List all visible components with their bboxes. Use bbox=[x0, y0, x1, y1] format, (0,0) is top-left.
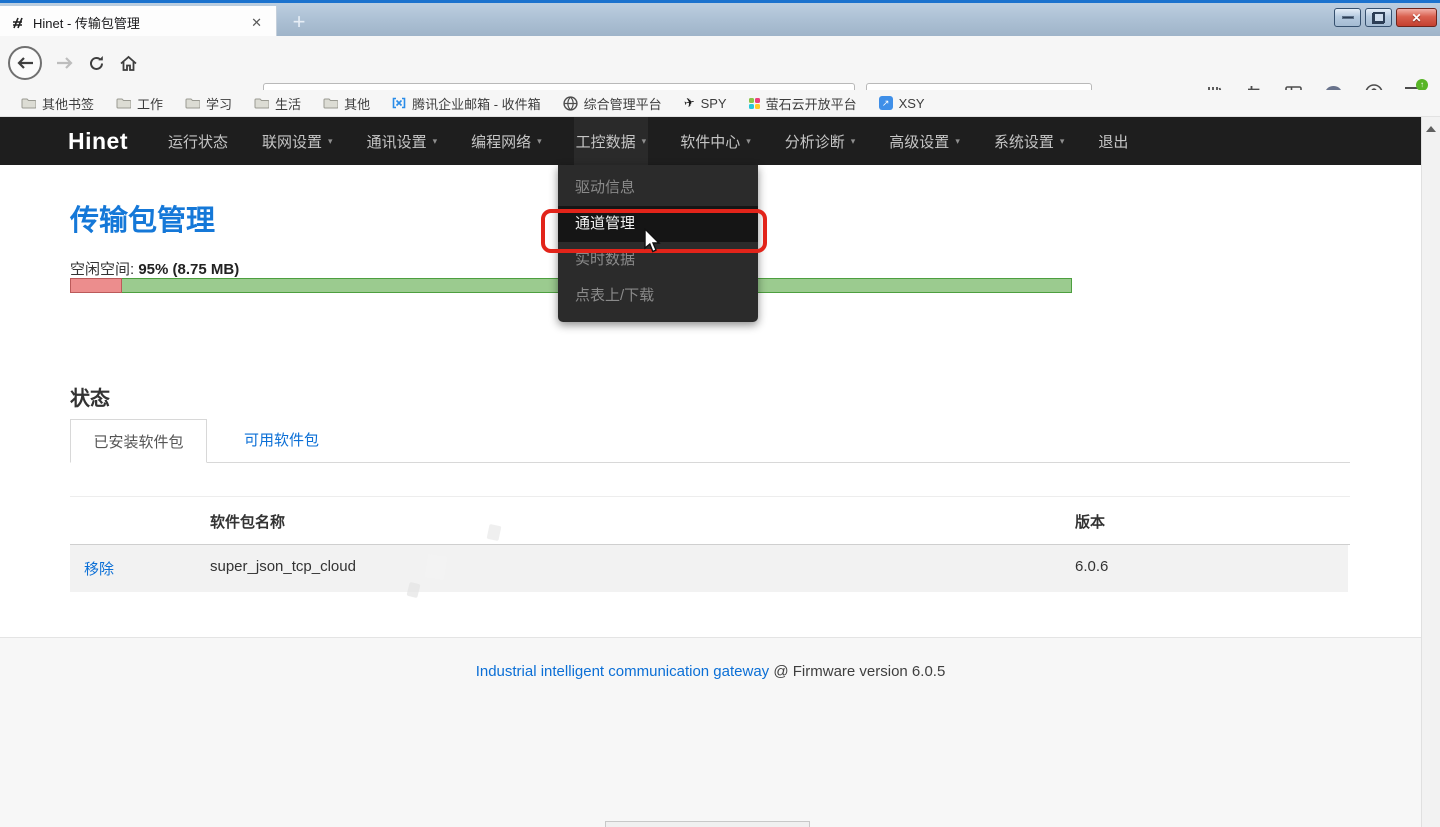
folder-icon bbox=[116, 97, 131, 109]
vertical-scrollbar[interactable] bbox=[1421, 117, 1440, 827]
page-footer: Industrial intelligent communication gat… bbox=[0, 637, 1421, 827]
remove-link[interactable]: 移除 bbox=[84, 558, 114, 579]
column-header-name: 软件包名称 bbox=[210, 511, 285, 532]
mouse-cursor bbox=[643, 228, 663, 260]
horizontal-scrollbar[interactable] bbox=[605, 821, 810, 827]
nav-item-running-status[interactable]: 运行状态 bbox=[166, 117, 230, 165]
gateway-link[interactable]: Industrial intelligent communication gat… bbox=[476, 663, 770, 680]
column-header-version: 版本 bbox=[1075, 511, 1105, 532]
watermark bbox=[424, 554, 447, 581]
nav-item-comm-settings[interactable]: 通讯设置▾ bbox=[365, 117, 440, 165]
close-icon: ✕ bbox=[1411, 11, 1421, 25]
package-version: 6.0.6 bbox=[1075, 558, 1108, 575]
table-row: 移除 super_json_tcp_cloud 6.0.6 bbox=[70, 545, 1348, 592]
spy-plane-icon: ✈ bbox=[682, 94, 696, 112]
bookmark-label: 萤石云开放平台 bbox=[766, 94, 857, 113]
bookmark-label: 工作 bbox=[137, 94, 163, 113]
bookmark-item[interactable]: 生活 bbox=[243, 94, 312, 113]
bookmark-item[interactable]: 腾讯企业邮箱 - 收件箱 bbox=[381, 94, 552, 113]
bookmark-label: 其他书签 bbox=[42, 94, 94, 113]
nav-item-network-settings[interactable]: 联网设置▾ bbox=[260, 117, 335, 165]
bookmark-label: 腾讯企业邮箱 - 收件箱 bbox=[412, 94, 541, 113]
bookmark-label: 其他 bbox=[344, 94, 370, 113]
forward-icon[interactable] bbox=[56, 56, 74, 70]
bookmark-item[interactable]: 其他 bbox=[312, 94, 381, 113]
nav-item-programming-network[interactable]: 编程网络▾ bbox=[469, 117, 544, 165]
table-header-row: 软件包名称 版本 bbox=[70, 497, 1348, 544]
free-space-value: 95% (8.75 MB) bbox=[138, 261, 239, 278]
chevron-down-icon: ▾ bbox=[433, 136, 438, 147]
progress-used-segment bbox=[70, 278, 122, 293]
bookmark-label: SPY bbox=[701, 96, 727, 111]
bookmark-label: 综合管理平台 bbox=[584, 94, 662, 113]
tencent-mail-icon bbox=[392, 97, 406, 109]
nav-item-system-settings[interactable]: 系统设置▾ bbox=[992, 117, 1067, 165]
bookmark-item[interactable]: ✈ SPY bbox=[673, 95, 738, 111]
page-title: 传输包管理 bbox=[70, 197, 215, 239]
chevron-down-icon: ▾ bbox=[1060, 136, 1065, 147]
titlebar: Hinet - 传输包管理 ✕ + ✕ bbox=[0, 0, 1440, 36]
tab-close-icon[interactable]: ✕ bbox=[247, 15, 266, 31]
restore-button[interactable] bbox=[1365, 8, 1392, 27]
chevron-down-icon: ▾ bbox=[746, 136, 751, 147]
site-navbar: Hinet 运行状态 联网设置▾ 通讯设置▾ 编程网络▾ 工控数据▾ 软件中心▾… bbox=[0, 117, 1421, 165]
status-heading: 状态 bbox=[70, 382, 110, 411]
browser-window: Hinet - 传输包管理 ✕ + ✕ bbox=[0, 0, 1440, 827]
folder-icon bbox=[21, 97, 36, 109]
folder-icon bbox=[323, 97, 338, 109]
refresh-icon[interactable] bbox=[88, 55, 105, 72]
chevron-down-icon: ▾ bbox=[955, 136, 960, 147]
tab-installed-packages[interactable]: 已安装软件包 bbox=[70, 419, 207, 463]
chevron-down-icon: ▾ bbox=[851, 136, 856, 147]
bookmark-item[interactable]: 综合管理平台 bbox=[552, 94, 673, 113]
tab-title: Hinet - 传输包管理 bbox=[33, 13, 247, 32]
tab-available-packages[interactable]: 可用软件包 bbox=[230, 419, 333, 463]
page-viewport: Hinet 运行状态 联网设置▾ 通讯设置▾ 编程网络▾ 工控数据▾ 软件中心▾… bbox=[0, 117, 1440, 827]
bookmark-label: XSY bbox=[899, 96, 925, 111]
back-icon bbox=[16, 56, 34, 70]
watermark bbox=[406, 582, 420, 598]
browser-tab[interactable]: Hinet - 传输包管理 ✕ bbox=[0, 6, 277, 39]
free-space-text: 空闲空间: 95% (8.75 MB) bbox=[70, 258, 239, 279]
package-tabs: 已安装软件包 可用软件包 bbox=[70, 419, 1350, 463]
menu-item-driver-info[interactable]: 驱动信息 bbox=[558, 170, 758, 206]
nav-item-logout[interactable]: 退出 bbox=[1096, 117, 1130, 165]
xsy-icon: ↗ bbox=[879, 96, 893, 110]
new-tab-button[interactable]: + bbox=[284, 9, 314, 36]
nav-item-software-center[interactable]: 软件中心▾ bbox=[678, 117, 753, 165]
bookmark-item[interactable]: 工作 bbox=[105, 94, 174, 113]
bookmark-label: 学习 bbox=[206, 94, 232, 113]
package-name: super_json_tcp_cloud bbox=[210, 558, 356, 575]
update-badge: ↑ bbox=[1416, 79, 1428, 91]
nav-item-advanced-settings[interactable]: 高级设置▾ bbox=[887, 117, 962, 165]
chevron-down-icon: ▾ bbox=[328, 136, 333, 147]
free-space-label: 空闲空间: bbox=[70, 261, 134, 278]
close-button[interactable]: ✕ bbox=[1396, 8, 1437, 27]
minimize-button[interactable] bbox=[1334, 8, 1361, 27]
bookmark-item[interactable]: ↗ XSY bbox=[868, 96, 936, 111]
nav-item-diagnostics[interactable]: 分析诊断▾ bbox=[783, 117, 858, 165]
folder-icon bbox=[254, 97, 269, 109]
nav-item-industrial-data[interactable]: 工控数据▾ bbox=[574, 117, 649, 165]
folder-icon bbox=[185, 97, 200, 109]
firmware-version-text: @ Firmware version 6.0.5 bbox=[769, 663, 945, 680]
browser-toolbar: 192.168.9.99/cgi-bin/luci/;stok=489fe39e… bbox=[0, 36, 1440, 90]
brand-logo[interactable]: Hinet bbox=[68, 128, 128, 155]
bookmark-item[interactable]: 其他书签 bbox=[10, 94, 105, 113]
bookmark-label: 生活 bbox=[275, 94, 301, 113]
menu-item-point-table[interactable]: 点表上/下载 bbox=[558, 278, 758, 314]
restore-icon bbox=[1373, 13, 1384, 23]
scroll-up-arrow-icon[interactable] bbox=[1426, 126, 1436, 132]
tab-favicon-icon bbox=[10, 16, 24, 30]
globe-icon bbox=[563, 96, 578, 111]
chevron-down-icon: ▾ bbox=[537, 136, 542, 147]
chevron-down-icon: ▾ bbox=[642, 136, 647, 147]
minimize-icon bbox=[1342, 16, 1354, 19]
bookmarks-bar: 其他书签 工作 学习 生活 其他 腾讯企业邮箱 - 收件箱 综合管理平台 bbox=[0, 90, 1440, 117]
ezviz-icon bbox=[749, 98, 760, 109]
back-button[interactable] bbox=[8, 46, 42, 80]
home-icon[interactable] bbox=[119, 55, 138, 72]
bookmark-item[interactable]: 萤石云开放平台 bbox=[738, 94, 868, 113]
bookmark-item[interactable]: 学习 bbox=[174, 94, 243, 113]
